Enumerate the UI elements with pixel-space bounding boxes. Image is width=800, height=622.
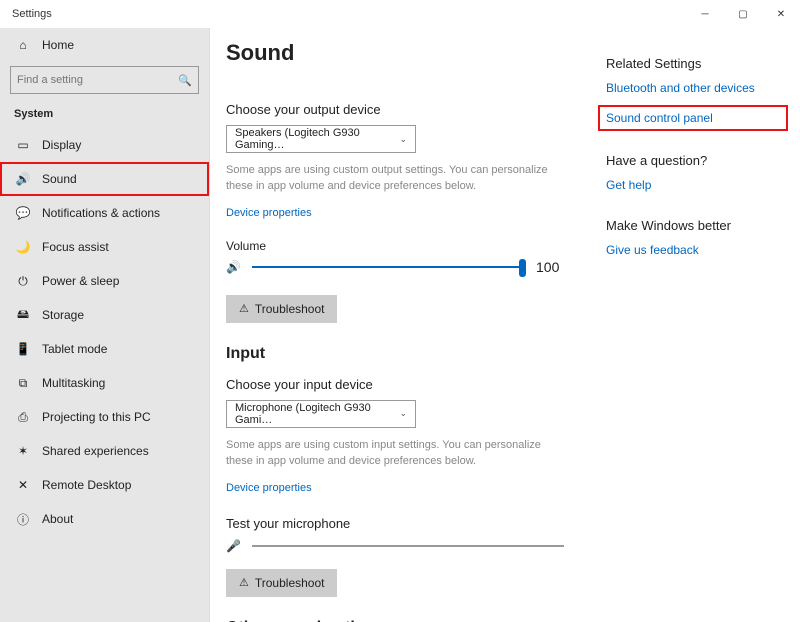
sidebar-item-label: Sound	[42, 172, 77, 186]
sidebar-item-shared[interactable]: ✶ Shared experiences	[0, 434, 209, 468]
sidebar-item-multitasking[interactable]: ⧉ Multitasking	[0, 366, 209, 400]
related-settings-header: Related Settings	[606, 56, 786, 71]
speaker-icon: 🔊	[226, 260, 242, 274]
multitasking-icon: ⧉	[14, 376, 32, 391]
volume-thumb[interactable]	[519, 259, 526, 277]
sidebar-item-label: Focus assist	[42, 240, 109, 254]
search-input[interactable]: 🔍	[10, 66, 199, 94]
chevron-down-icon: ⌄	[399, 408, 407, 419]
about-icon: ⓘ	[14, 511, 32, 528]
shared-icon: ✶	[14, 444, 32, 458]
sidebar-item-label: Remote Desktop	[42, 478, 131, 492]
sidebar: ⌂ Home 🔍 System ▭ Display 🔊 Sound 💬 Noti…	[0, 28, 210, 622]
sound-control-panel-link[interactable]: Sound control panel	[600, 107, 786, 129]
sidebar-item-label: About	[42, 512, 73, 526]
main-content: Sound Choose your output device Speakers…	[210, 28, 580, 622]
display-icon: ▭	[14, 138, 32, 152]
sidebar-item-sound[interactable]: 🔊 Sound	[0, 162, 209, 196]
test-mic-label: Test your microphone	[226, 516, 564, 531]
sidebar-item-tablet[interactable]: 📱 Tablet mode	[0, 332, 209, 366]
sidebar-item-focus-assist[interactable]: 🌙 Focus assist	[0, 230, 209, 264]
sidebar-group: System	[0, 106, 209, 128]
test-mic-meter	[252, 545, 564, 547]
minimize-button[interactable]: ─	[686, 0, 724, 28]
sidebar-item-label: Tablet mode	[42, 342, 107, 356]
input-header: Input	[226, 345, 564, 363]
remote-icon: ✕	[14, 478, 32, 492]
sidebar-item-projecting[interactable]: ⎙ Projecting to this PC	[0, 400, 209, 434]
input-device-desc: Some apps are using custom input setting…	[226, 438, 564, 470]
sidebar-item-label: Power & sleep	[42, 274, 119, 288]
troubleshoot-label: Troubleshoot	[255, 302, 325, 316]
sidebar-item-notifications[interactable]: 💬 Notifications & actions	[0, 196, 209, 230]
input-device-value: Microphone (Logitech G930 Gami…	[235, 402, 399, 426]
output-device-label: Choose your output device	[226, 102, 564, 117]
sidebar-item-label: Display	[42, 138, 81, 152]
test-mic-row: 🎤	[226, 539, 564, 553]
power-icon: ⏻	[14, 274, 32, 289]
right-rail: Related Settings Bluetooth and other dev…	[606, 56, 786, 269]
page-title: Sound	[226, 40, 564, 66]
input-device-select[interactable]: Microphone (Logitech G930 Gami… ⌄	[226, 400, 416, 428]
output-device-props-link[interactable]: Device properties	[226, 207, 312, 219]
projecting-icon: ⎙	[14, 410, 32, 425]
output-device-value: Speakers (Logitech G930 Gaming…	[235, 127, 399, 151]
notifications-icon: 💬	[14, 206, 32, 220]
warning-icon: ⚠	[239, 576, 249, 589]
sidebar-item-label: Storage	[42, 308, 84, 322]
volume-row: 🔊 100	[226, 259, 564, 275]
get-help-link[interactable]: Get help	[606, 178, 786, 192]
search-field[interactable]	[17, 74, 178, 86]
sidebar-item-label: Multitasking	[42, 376, 105, 390]
bluetooth-link[interactable]: Bluetooth and other devices	[606, 81, 786, 95]
focus-icon: 🌙	[14, 240, 32, 254]
output-troubleshoot-button[interactable]: ⚠ Troubleshoot	[226, 295, 337, 323]
warning-icon: ⚠	[239, 302, 249, 315]
sidebar-item-remote[interactable]: ✕ Remote Desktop	[0, 468, 209, 502]
output-device-desc: Some apps are using custom output settin…	[226, 163, 564, 195]
sidebar-item-storage[interactable]: 🖴 Storage	[0, 298, 209, 332]
output-device-select[interactable]: Speakers (Logitech G930 Gaming… ⌄	[226, 125, 416, 153]
volume-label: Volume	[226, 239, 564, 253]
question-header: Have a question?	[606, 153, 786, 168]
sidebar-item-label: Projecting to this PC	[42, 410, 151, 424]
sidebar-item-label: Shared experiences	[42, 444, 149, 458]
titlebar: Settings ─ ▢ ✕	[0, 0, 800, 28]
home-icon: ⌂	[14, 38, 32, 52]
input-device-props-link[interactable]: Device properties	[226, 482, 312, 494]
input-device-label: Choose your input device	[226, 377, 564, 392]
search-icon: 🔍	[178, 74, 192, 87]
volume-value: 100	[536, 259, 564, 275]
close-button[interactable]: ✕	[762, 0, 800, 28]
feedback-header: Make Windows better	[606, 218, 786, 233]
sidebar-item-power[interactable]: ⏻ Power & sleep	[0, 264, 209, 298]
troubleshoot-label: Troubleshoot	[255, 576, 325, 590]
volume-slider[interactable]	[252, 266, 526, 268]
input-troubleshoot-button[interactable]: ⚠ Troubleshoot	[226, 569, 337, 597]
tablet-icon: 📱	[14, 342, 32, 356]
microphone-icon: 🎤	[226, 539, 242, 553]
storage-icon: 🖴	[14, 305, 32, 326]
feedback-link[interactable]: Give us feedback	[606, 243, 786, 257]
sound-icon: 🔊	[14, 172, 32, 186]
sidebar-home[interactable]: ⌂ Home	[0, 28, 209, 62]
chevron-down-icon: ⌄	[399, 134, 407, 145]
home-label: Home	[42, 38, 74, 52]
maximize-button[interactable]: ▢	[724, 0, 762, 28]
window-title: Settings	[0, 8, 52, 20]
sidebar-item-label: Notifications & actions	[42, 206, 160, 220]
sidebar-item-display[interactable]: ▭ Display	[0, 128, 209, 162]
sidebar-item-about[interactable]: ⓘ About	[0, 502, 209, 536]
